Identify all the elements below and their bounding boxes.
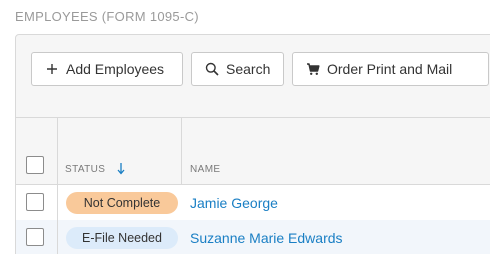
search-button[interactable]: Search [191, 52, 284, 86]
employees-page: EMPLOYEES (FORM 1095-C) Add Employees Se… [0, 0, 490, 254]
column-divider [57, 220, 58, 254]
table-row: E-File Needed Suzanne Marie Edwards [16, 220, 490, 254]
name-column-header[interactable]: NAME [190, 164, 221, 175]
employees-panel: Add Employees Search Order Print and Mai… [15, 34, 490, 254]
add-employees-label: Add Employees [66, 61, 165, 77]
order-print-mail-label: Order Print and Mail [327, 61, 453, 77]
status-column-header[interactable]: STATUS [65, 164, 105, 175]
employee-name-link[interactable]: Suzanne Marie Edwards [190, 230, 343, 246]
row-checkbox[interactable] [26, 228, 44, 246]
table-header: STATUS NAME [16, 118, 490, 185]
toolbar: Add Employees Search Order Print and Mai… [31, 52, 489, 86]
status-badge: Not Complete [66, 192, 178, 214]
plus-icon [44, 61, 60, 77]
employee-name-link[interactable]: Jamie George [190, 195, 278, 211]
column-divider [57, 118, 58, 184]
status-badge: E-File Needed [66, 227, 178, 249]
column-divider [181, 118, 182, 184]
add-employees-button[interactable]: Add Employees [31, 52, 183, 86]
cart-icon [305, 61, 321, 77]
row-checkbox[interactable] [26, 193, 44, 211]
order-print-mail-button[interactable]: Order Print and Mail [292, 52, 489, 86]
section-title: EMPLOYEES (FORM 1095-C) [15, 9, 199, 24]
table-row: Not Complete Jamie George [16, 185, 490, 220]
employees-table: STATUS NAME Not Complete Jamie George E-… [16, 117, 490, 254]
select-all-checkbox[interactable] [26, 156, 44, 174]
arrow-down-icon[interactable] [117, 163, 125, 175]
search-icon [204, 61, 220, 77]
column-divider [57, 185, 58, 220]
search-label: Search [226, 61, 271, 77]
